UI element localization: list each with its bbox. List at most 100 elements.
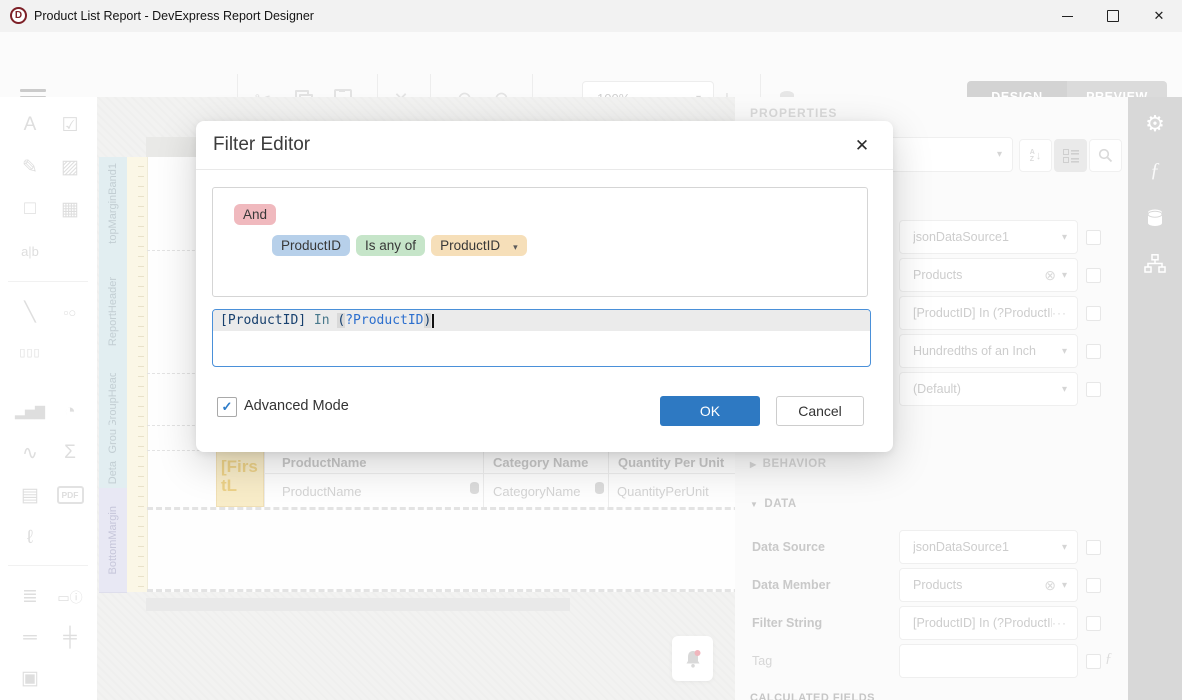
pdf-content-tool[interactable]: PDF xyxy=(55,480,85,510)
label-data-member: Data Member xyxy=(752,578,831,592)
panel-icon: □ xyxy=(24,198,35,220)
richtext-tool[interactable]: ✎ xyxy=(15,152,45,182)
text-cursor xyxy=(432,314,434,328)
barcode-tool[interactable]: ▯▯▯ xyxy=(15,337,45,367)
search-properties-button[interactable] xyxy=(1089,139,1122,172)
group-operator-pill[interactable]: And xyxy=(234,204,276,225)
band-group[interactable]: Grou xyxy=(99,425,127,458)
filter-builder-area[interactable]: And ProductID Is any of ProductID▾ xyxy=(212,187,868,297)
chart-tool[interactable]: ▂▅▇ xyxy=(15,397,45,427)
expression-fx-icon[interactable]: ƒ xyxy=(1105,651,1112,667)
band-report-header[interactable]: ReportHeader xyxy=(99,250,127,374)
gauge-tool[interactable]: ◔ xyxy=(55,397,85,427)
condition-value-pill[interactable]: ProductID▾ xyxy=(431,235,527,256)
property-checkbox[interactable] xyxy=(1086,344,1101,359)
database-icon xyxy=(1145,208,1165,228)
notifications-button[interactable] xyxy=(672,636,713,681)
data-member-select[interactable]: Products ⊗▾ xyxy=(899,568,1078,602)
close-window-button[interactable]: ✕ xyxy=(1136,0,1182,32)
summary-tool[interactable]: Σ xyxy=(55,438,85,468)
property-field-filterstring[interactable]: [ProductID] In (?ProductID) ··· xyxy=(899,296,1078,330)
table-icon: ▦ xyxy=(61,198,79,221)
properties-tab-button[interactable]: ⚙ xyxy=(1128,104,1182,144)
clear-icon[interactable]: ⊗ xyxy=(1044,577,1056,594)
band-top-margin[interactable]: topMarginBand1 xyxy=(99,157,127,251)
section-behavior[interactable]: ▶BEHAVIOR xyxy=(750,458,827,470)
lines-tool[interactable]: ≣ xyxy=(15,581,45,611)
section-data[interactable]: ▼DATA xyxy=(750,498,797,510)
condition-field-pill[interactable]: ProductID xyxy=(272,235,350,256)
form-tool[interactable]: ▤ xyxy=(15,480,45,510)
band-detail[interactable]: Deta xyxy=(99,457,127,489)
tag-input[interactable] xyxy=(899,644,1078,678)
table-cell-categoryname[interactable]: CategoryName xyxy=(493,484,580,499)
table-cell-productname[interactable]: ProductName xyxy=(282,484,361,499)
property-checkbox[interactable] xyxy=(1086,540,1101,555)
align-tool[interactable]: ╪ xyxy=(55,623,85,653)
property-checkbox[interactable] xyxy=(1086,382,1101,397)
property-checkbox[interactable] xyxy=(1086,616,1101,631)
property-field-datasource[interactable]: jsonDataSource1 ▾ xyxy=(899,220,1078,254)
property-checkbox[interactable] xyxy=(1086,306,1101,321)
cross-band-tool[interactable]: ▣ xyxy=(15,663,45,693)
page-break-tool[interactable]: ═ xyxy=(15,623,45,653)
cancel-button[interactable]: Cancel xyxy=(776,396,864,426)
clear-icon[interactable]: ⊗ xyxy=(1044,267,1056,284)
signature-tool[interactable]: ℓ xyxy=(15,523,45,553)
ok-button[interactable]: OK xyxy=(660,396,760,426)
chevron-right-icon: ▶ xyxy=(750,460,757,469)
property-checkbox[interactable] xyxy=(1086,578,1101,593)
table-cell-quantity[interactable]: QuantityPerUnit xyxy=(617,484,709,499)
picture-icon: ▨ xyxy=(61,156,79,179)
bell-icon xyxy=(683,648,703,670)
chevron-down-icon: ▾ xyxy=(1062,232,1067,243)
condition-operator-pill[interactable]: Is any of xyxy=(356,235,425,256)
property-checkbox[interactable] xyxy=(1086,230,1101,245)
label-tool[interactable]: A xyxy=(15,110,45,140)
property-checkbox[interactable] xyxy=(1086,654,1101,669)
sort-az-button[interactable]: AZ ↓ xyxy=(1019,139,1052,172)
chevron-down-icon: ▾ xyxy=(1062,580,1067,591)
band-bottom-margin[interactable]: BottomMargin xyxy=(99,488,127,593)
property-field-datamember[interactable]: Products ⊗▾ xyxy=(899,258,1078,292)
dialog-title: Filter Editor xyxy=(213,134,310,156)
property-field-measureunit[interactable]: Hundredths of an Inch ▾ xyxy=(899,334,1078,368)
band-group-header[interactable]: GroupHead xyxy=(99,373,127,426)
field-list-tab-button[interactable] xyxy=(1128,198,1182,238)
checkbox-tool[interactable]: ☑ xyxy=(55,110,85,140)
maximize-button[interactable] xyxy=(1090,0,1136,32)
property-checkbox[interactable] xyxy=(1086,268,1101,283)
filter-expression-editor[interactable]: [ProductID] In (?ProductID) xyxy=(212,309,871,367)
filter-string-field[interactable]: [ProductID] In (?ProductID) ··· xyxy=(899,606,1078,640)
section-calculated-fields: CALCULATED FIELDS xyxy=(750,692,1110,700)
table-tool[interactable]: ▦ xyxy=(55,194,85,224)
gear-icon: ⚙ xyxy=(1145,111,1165,137)
shape-tool[interactable]: ▫○ xyxy=(55,297,85,327)
property-field-default[interactable]: (Default) ▾ xyxy=(899,372,1078,406)
line-tool[interactable]: ╲ xyxy=(15,297,45,327)
table-header-quantity[interactable]: Quantity Per Unit xyxy=(618,455,724,470)
dialog-close-button[interactable]: ✕ xyxy=(851,135,873,157)
ellipsis-icon[interactable]: ··· xyxy=(1052,616,1067,630)
picture-tool[interactable]: ▨ xyxy=(55,152,85,182)
expression-line: [ProductID] In (?ProductID) xyxy=(213,310,870,331)
table-cell-firstletter[interactable]: [FirstL xyxy=(216,450,264,507)
table-header-productname[interactable]: ProductName xyxy=(282,455,367,470)
expressions-tab-button[interactable]: ƒ xyxy=(1128,150,1182,190)
horizontal-scrollbar[interactable] xyxy=(146,598,570,611)
grouped-view-button[interactable] xyxy=(1054,139,1087,172)
cross-band-icon: ▣ xyxy=(21,667,39,690)
maximize-icon xyxy=(1107,10,1119,22)
report-explorer-tab-button[interactable] xyxy=(1128,243,1182,283)
shape-icon: ▫○ xyxy=(64,305,76,320)
ellipsis-icon[interactable]: ··· xyxy=(1052,306,1067,320)
grouped-view-icon xyxy=(1063,149,1079,163)
sparkline-tool[interactable]: ∿ xyxy=(15,438,45,468)
advanced-mode-checkbox[interactable]: ✓ xyxy=(217,397,237,417)
data-source-select[interactable]: jsonDataSource1 ▾ xyxy=(899,530,1078,564)
panel-tool[interactable]: □ xyxy=(15,194,45,224)
minimize-button[interactable] xyxy=(1044,0,1090,32)
page-info-tool[interactable]: ▭ⓘ xyxy=(55,581,85,611)
table-header-categoryname[interactable]: Category Name xyxy=(493,455,588,470)
character-comb-tool[interactable]: a|b xyxy=(15,236,45,266)
